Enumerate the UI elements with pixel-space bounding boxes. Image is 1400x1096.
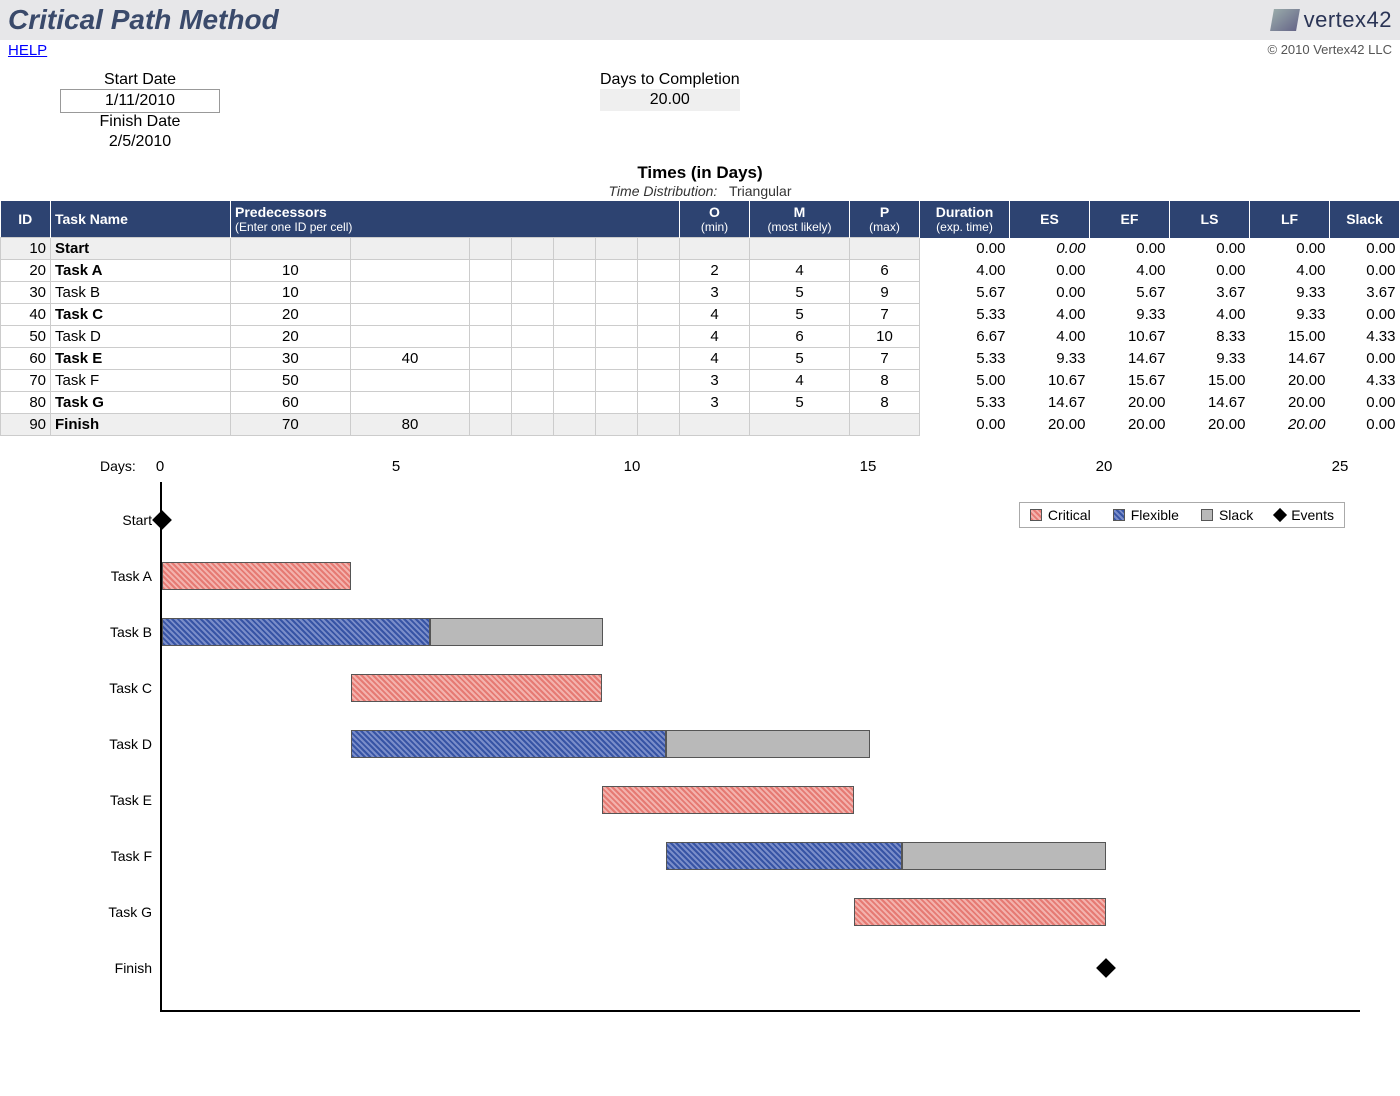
col-p: P(max) [850,201,920,238]
axis-label: Days: [100,458,136,474]
gantt-row: Task E [162,772,1360,828]
event-marker [1096,958,1116,978]
gantt-bar [854,898,1106,926]
help-link[interactable]: HELP [8,42,47,59]
table-row[interactable]: 80Task G603585.3314.6720.0014.6720.000.0… [1,392,1400,414]
table-row[interactable]: 60Task E30404575.339.3314.679.3314.670.0… [1,348,1400,370]
gantt-row-label: Task D [52,736,152,752]
gantt-bar [666,842,902,870]
start-date-label: Start Date [60,71,220,89]
col-es: ES [1010,201,1090,238]
legend-critical-icon [1030,509,1042,521]
gantt-bar [162,618,430,646]
col-task: Task Name [51,201,231,238]
copyright: © 2010 Vertex42 LLC [1268,42,1393,59]
table-row[interactable]: 30Task B103595.670.005.673.679.333.67 [1,282,1400,304]
gantt-bar [162,562,351,590]
title-bar: Critical Path Method vertex42 [0,0,1400,40]
gantt-row: Task A [162,548,1360,604]
gantt-row: Finish [162,940,1360,996]
col-o: O(min) [680,201,750,238]
start-date-value[interactable]: 1/11/2010 [60,89,220,113]
cpm-table: ID Task Name Predecessors(Enter one ID p… [0,201,1400,436]
axis-tick: 15 [860,458,877,475]
axis-tick: 10 [624,458,641,475]
gantt-bar [602,786,854,814]
meta-block: Start Date 1/11/2010 Finish Date 2/5/201… [0,65,1400,155]
table-row[interactable]: 50Task D2046106.674.0010.678.3315.004.33 [1,326,1400,348]
gantt-chart: Days: 0 5 10 15 20 25 Critical Flexible Slack… [40,458,1360,1012]
gantt-row-label: Task C [52,680,152,696]
gantt-row: Task G [162,884,1360,940]
col-pred: Predecessors(Enter one ID per cell) [231,201,680,238]
brand-text: vertex42 [1304,7,1392,33]
finish-date-label: Finish Date [60,113,220,131]
gantt-slack [430,618,603,646]
legend-event-icon [1273,508,1287,522]
table-row[interactable]: 40Task C204575.334.009.334.009.330.00 [1,304,1400,326]
gantt-bar [351,730,666,758]
col-ef: EF [1090,201,1170,238]
col-dur: Duration(exp. time) [920,201,1010,238]
table-row[interactable]: 10Start0.000.000.000.000.000.00 [1,238,1400,260]
axis-tick: 20 [1096,458,1113,475]
legend-flexible-icon [1113,509,1125,521]
gantt-row-label: Task B [52,624,152,640]
col-m: M(most likely) [750,201,850,238]
axis-tick: 0 [156,458,164,475]
table-row[interactable]: 20Task A102464.000.004.000.004.000.00 [1,260,1400,282]
gantt-bar [351,674,603,702]
brand-logo: vertex42 [1272,7,1392,33]
gantt-row-label: Task G [52,904,152,920]
axis-tick: 5 [392,458,400,475]
logo-icon [1270,9,1300,31]
days-value: 20.00 [600,89,740,111]
gantt-row-label: Task F [52,848,152,864]
gantt-slack [666,730,870,758]
gantt-row: Task B [162,604,1360,660]
gantt-row: Task C [162,660,1360,716]
gantt-slack [902,842,1106,870]
times-header: Times (in Days) [0,163,1400,183]
days-label: Days to Completion [600,71,740,89]
time-dist: Time Distribution: Triangular [0,183,1400,199]
table-row[interactable]: 90Finish70800.0020.0020.0020.0020.000.00 [1,414,1400,436]
gantt-row-label: Task A [52,568,152,584]
finish-date-value: 2/5/2010 [60,131,220,153]
gantt-row-label: Start [52,512,152,528]
gantt-row: Task F [162,828,1360,884]
event-marker [152,510,172,530]
legend-slack-icon [1201,509,1213,521]
chart-legend: Critical Flexible Slack Events [1019,502,1345,528]
table-row[interactable]: 70Task F503485.0010.6715.6715.0020.004.3… [1,370,1400,392]
col-id: ID [1,201,51,238]
col-lf: LF [1250,201,1330,238]
col-slack: Slack [1330,201,1400,238]
gantt-row: Task D [162,716,1360,772]
axis-tick: 25 [1332,458,1349,475]
gantt-row-label: Task E [52,792,152,808]
gantt-row-label: Finish [52,960,152,976]
page-title: Critical Path Method [8,4,279,36]
col-ls: LS [1170,201,1250,238]
